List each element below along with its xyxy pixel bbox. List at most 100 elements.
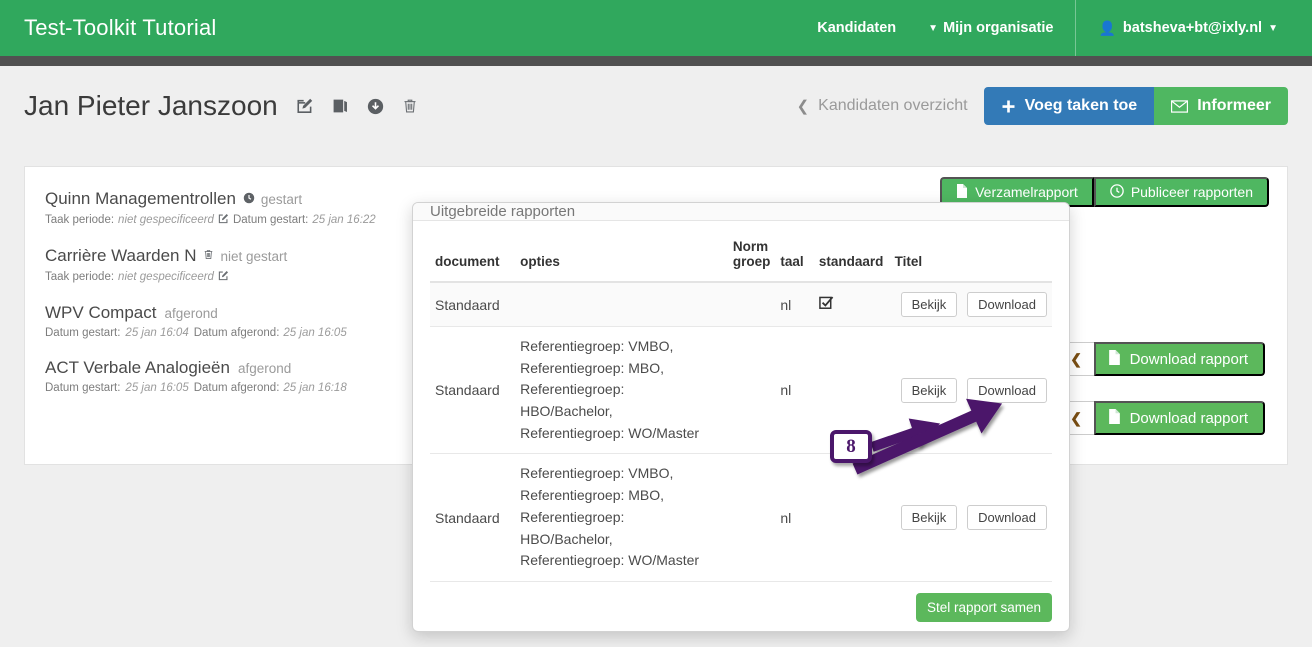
option-line: Referentiegroep: VMBO, [520, 465, 674, 482]
option-line: Referentiegroep: [520, 508, 625, 525]
cell-actions: Bekijk Download [889, 453, 1052, 582]
cell-document: Standaard [430, 326, 516, 455]
edit-icon[interactable] [218, 213, 229, 227]
add-tasks-button[interactable]: Voeg taken toe [983, 87, 1155, 125]
cell-document: Standaard [430, 453, 516, 582]
task-meta-value: 25 jan 16:04 [125, 327, 189, 339]
nav-item-kandidaten-label: Kandidaten [817, 20, 897, 36]
extended-reports-modal: Uitgebreide rapporten document opties No… [412, 202, 1070, 632]
option-line: Referentiegroep: VMBO, [520, 338, 674, 354]
view-button[interactable]: Bekijk [900, 505, 958, 531]
task-meta-suffix-value: 25 jan 16:18 [283, 382, 347, 394]
download-report-group: ❮ Download rapport [1057, 401, 1265, 435]
task-meta-value: niet gespecificeerd [118, 214, 214, 226]
task-name: WPV Compact [45, 303, 157, 322]
trash-icon[interactable] [402, 97, 418, 115]
copy-icon[interactable] [332, 97, 349, 115]
task-meta-suffix-label: Datum gestart: [232, 214, 309, 226]
annotation-step-badge: 8 [830, 430, 872, 463]
trash-icon[interactable] [203, 248, 214, 264]
download-report-button[interactable]: Download rapport [1093, 342, 1265, 376]
task-meta-label: Datum gestart: [45, 382, 121, 394]
task-meta-label: Taak periode: [45, 271, 115, 283]
page-title-group: Jan Pieter Janszoon [24, 90, 418, 122]
inform-label: Informeer [1197, 97, 1271, 114]
file-icon [1108, 349, 1121, 369]
task-name: Carrière Waarden N [45, 246, 197, 265]
back-to-candidates-link[interactable]: ❮ Kandidaten overzicht [797, 97, 968, 115]
download-button[interactable]: Download [967, 377, 1047, 403]
nav-item-mijn-organisatie-label: Mijn organisatie [943, 20, 1054, 36]
modal-footer: Stel rapport samen [413, 581, 1069, 631]
option-line: HBO/Bachelor, [520, 530, 613, 547]
modal-title: Uitgebreide rapporten [430, 203, 576, 220]
nav-item-kandidaten[interactable]: Kandidaten [801, 0, 912, 56]
reports-table-head: document opties Norm groep taal standaar… [430, 233, 1052, 283]
file-icon [1108, 408, 1121, 428]
option-line: Referentiegroep: MBO, [520, 359, 665, 376]
page-title-actions [296, 97, 418, 115]
inform-button[interactable]: Informeer [1154, 87, 1288, 125]
download-report-group: ❮ Download rapport [1057, 342, 1265, 376]
task-status: gestart [260, 192, 303, 207]
page-title: Jan Pieter Janszoon [24, 90, 278, 121]
table-row: Standaard Referentiegroep: VMBO, Referen… [430, 453, 1052, 582]
edit-icon[interactable] [296, 97, 314, 115]
edit-icon[interactable] [218, 270, 229, 284]
task-meta-label: Datum gestart: [45, 327, 121, 339]
nav-item-user-menu[interactable]: 👤 batsheva+bt@ixly.nl ▼ [1082, 0, 1294, 56]
user-icon: 👤 [1098, 19, 1116, 36]
view-button[interactable]: Bekijk [900, 377, 958, 403]
option-line: HBO/Bachelor, [520, 403, 613, 420]
task-meta-suffix-label: Datum afgerond: [193, 382, 280, 394]
file-icon [956, 183, 968, 201]
task-name: ACT Verbale Analogieën [45, 358, 230, 377]
download-circle-icon[interactable] [367, 98, 384, 115]
cell-opties: Referentiegroep: VMBO, Referentiegroep: … [515, 453, 728, 582]
column-norm-groep: Norm groep [727, 233, 776, 283]
task-status: afgerond [164, 306, 218, 321]
publish-reports-label: Publiceer rapporten [1130, 184, 1253, 200]
navbar-underline [0, 56, 1312, 66]
clock-icon[interactable] [243, 192, 255, 207]
cell-standaard [813, 453, 890, 582]
view-button[interactable]: Bekijk [900, 292, 958, 317]
nav-item-mijn-organisatie[interactable]: ▼ Mijn organisatie [912, 0, 1069, 56]
page-header-actions: ❮ Kandidaten overzicht Voeg taken toe In… [797, 87, 1288, 125]
reports-table-body: Standaard nl Bekijk Download Standaard R… [430, 282, 1052, 582]
cell-norm-groep [727, 453, 776, 582]
publish-reports-button[interactable]: Publiceer rapporten [1093, 177, 1269, 207]
clock-icon [1110, 183, 1124, 201]
cell-taal: nl [775, 282, 814, 327]
navbar-right: Kandidaten ▼ Mijn organisatie 👤 batsheva… [801, 0, 1294, 56]
table-row: Standaard nl Bekijk Download [430, 282, 1052, 327]
column-opties: opties [515, 233, 728, 283]
download-report-button[interactable]: Download rapport [1093, 401, 1265, 435]
cell-standaard [813, 282, 890, 327]
cell-norm-groep [727, 326, 776, 455]
modal-body: document opties Norm groep taal standaar… [413, 221, 1069, 582]
navbar-divider [1075, 0, 1077, 56]
task-status: niet gestart [220, 249, 288, 264]
task-meta-label: Taak periode: [45, 214, 115, 226]
add-tasks-label: Voeg taken toe [1024, 97, 1138, 114]
download-button[interactable]: Download [967, 505, 1047, 531]
task-meta-suffix-label: Datum afgerond: [193, 327, 280, 339]
option-line: Referentiegroep: WO/Master [520, 552, 700, 569]
app-brand[interactable]: Test-Toolkit Tutorial [24, 15, 217, 41]
column-taal: taal [775, 233, 814, 283]
chevron-left-icon: ❮ [796, 98, 810, 115]
back-to-candidates-label: Kandidaten overzicht [818, 97, 968, 114]
page-header: Jan Pieter Janszoon ❮ Kandidaten overzic… [0, 66, 1312, 146]
cell-actions: Bekijk Download [889, 282, 1052, 327]
cell-taal: nl [775, 326, 814, 455]
option-line: Referentiegroep: [520, 381, 625, 398]
column-document: document [430, 233, 516, 283]
download-report-label: Download rapport [1129, 350, 1248, 368]
column-standaard: standaard [813, 233, 890, 283]
download-button[interactable]: Download [967, 292, 1047, 317]
envelope-icon [1171, 99, 1189, 113]
top-navbar: Test-Toolkit Tutorial Kandidaten ▼ Mijn … [0, 0, 1312, 56]
compose-report-button[interactable]: Stel rapport samen [915, 592, 1052, 622]
plus-icon [1001, 99, 1016, 114]
